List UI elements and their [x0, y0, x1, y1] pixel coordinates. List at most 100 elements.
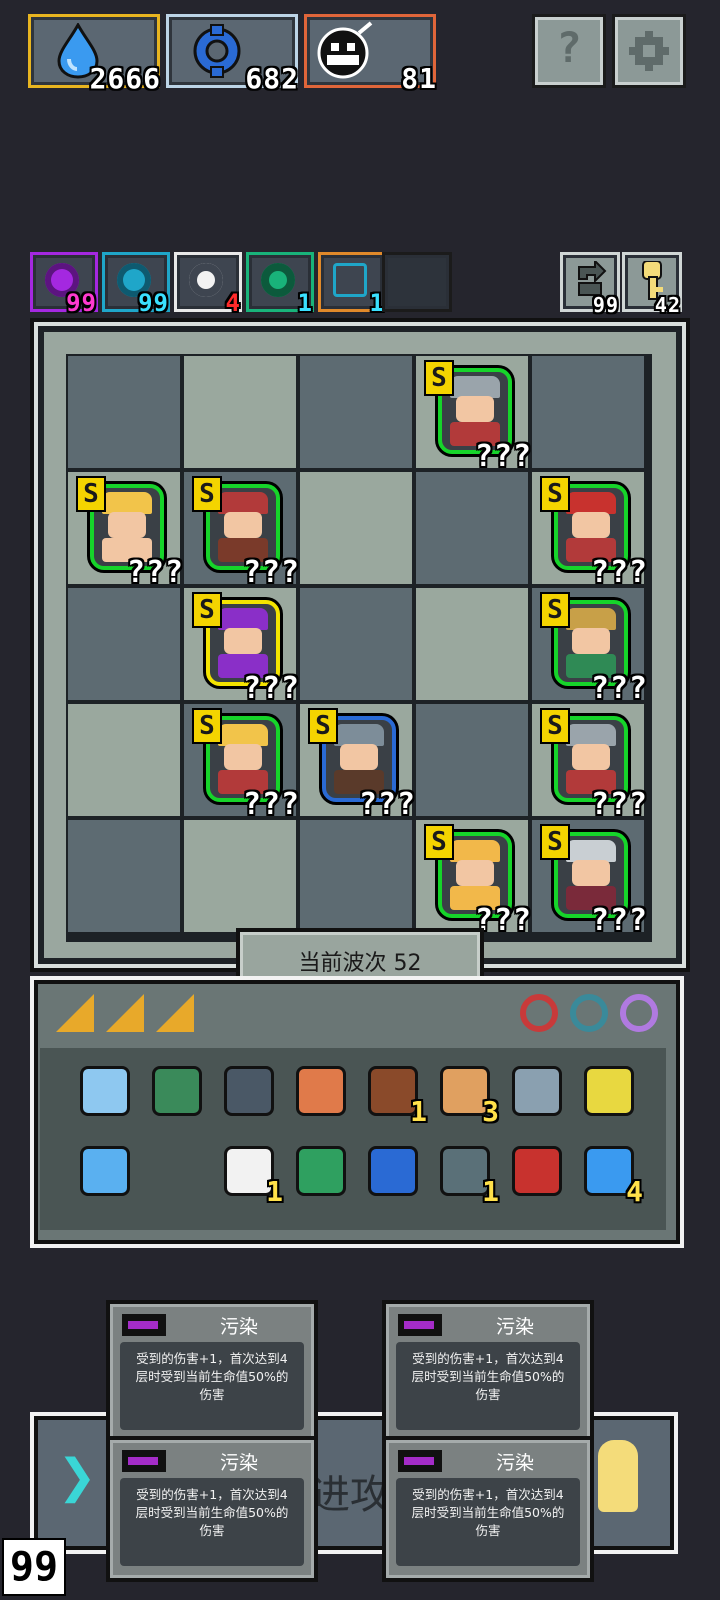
orange-card-icon[interactable] [56, 994, 94, 1032]
help-button[interactable]: ? [532, 14, 606, 88]
board-cell[interactable] [300, 588, 412, 700]
tooltip-line: 层时受到当前生命值50%的 [411, 1369, 565, 1384]
hero-unit[interactable]: S??? [184, 588, 299, 706]
skull-count: 81 [401, 62, 437, 95]
board-cell[interactable] [184, 820, 296, 932]
status-cyan-swirl[interactable]: 99 [102, 252, 170, 317]
rank-badge: S [540, 824, 570, 860]
board-cell[interactable] [416, 588, 528, 700]
tooltip-description: 受到的伤害+1，首次达到4 层时受到当前生命值50%的 伤害 [396, 1478, 580, 1566]
inventory-item[interactable] [146, 1060, 202, 1116]
hero-unit[interactable]: S??? [68, 472, 183, 590]
hero-face [572, 512, 610, 538]
tooltip-title: 污染 [219, 1452, 258, 1474]
orange-card-icon[interactable] [156, 994, 194, 1032]
hero-unit[interactable]: S??? [532, 704, 647, 822]
status-lightning[interactable]: 1 [318, 252, 386, 317]
hp-unknown-label: ??? [242, 671, 300, 706]
item-count: 4 [626, 1175, 644, 1208]
tooltip-title: 污染 [495, 1452, 534, 1474]
rank-badge: S [76, 476, 106, 512]
hero-unit[interactable]: S??? [184, 704, 299, 822]
settings-button[interactable] [612, 14, 686, 88]
board-cell[interactable] [68, 356, 180, 468]
board-cell[interactable] [184, 356, 296, 468]
tooltip-line: 受到的伤害+1，首次达到4 [136, 1487, 288, 1502]
hero-face [340, 744, 378, 770]
inventory-item[interactable] [506, 1140, 562, 1196]
question-icon: ? [556, 23, 582, 72]
board-cell[interactable] [300, 356, 412, 468]
mirror-scroll-icon [80, 1066, 130, 1116]
hero-hat [102, 492, 152, 514]
rank-badge: S [192, 708, 222, 744]
hero-unit[interactable]: S??? [184, 472, 299, 590]
inventory-item[interactable] [362, 1140, 418, 1196]
inventory-item[interactable] [74, 1060, 130, 1116]
hero-unit[interactable]: S??? [416, 820, 531, 938]
inventory-item[interactable] [506, 1060, 562, 1116]
purple-ring-icon[interactable] [620, 994, 658, 1032]
status-count: 4 [225, 289, 241, 317]
tooltip-line: 伤害 [199, 1523, 225, 1538]
level-badge: 99 [2, 1538, 66, 1596]
key-counter[interactable]: 42 [622, 252, 682, 317]
currency-water: 2666 [28, 14, 160, 95]
shield-icon [224, 1066, 274, 1116]
rank-badge: S [540, 592, 570, 628]
hero-face [224, 744, 262, 770]
board-cell[interactable] [300, 820, 412, 932]
status-count: 99 [66, 289, 97, 317]
rank-badge: S [308, 708, 338, 744]
status-light[interactable]: 4 [174, 252, 242, 317]
purple-tag-icon [398, 1450, 442, 1472]
hero-hat [218, 608, 268, 630]
inventory-item[interactable]: 3 [434, 1060, 499, 1128]
board-cell[interactable] [416, 704, 528, 816]
inventory-item[interactable] [578, 1060, 634, 1116]
board-cell[interactable] [68, 588, 180, 700]
status-purple-swirl[interactable]: 99 [30, 252, 98, 317]
board-cell[interactable] [300, 472, 412, 584]
rank-badge: S [540, 476, 570, 512]
hp-unknown-label: ??? [126, 555, 184, 590]
hero-face [456, 396, 494, 422]
hero-unit[interactable]: S??? [532, 472, 647, 590]
tooltip-line: 受到的伤害+1，首次达到4 [136, 1351, 288, 1366]
tombstone-icon [296, 1066, 346, 1116]
teal-ring-icon[interactable] [570, 994, 608, 1032]
inventory-item[interactable]: 1 [218, 1140, 283, 1208]
attack-label[interactable]: 进攻 [310, 1462, 390, 1520]
hero-face [456, 860, 494, 886]
tooltip-line: 伤害 [475, 1387, 501, 1402]
hero-unit[interactable]: S??? [532, 588, 647, 706]
refresh-counter[interactable]: 99 [560, 252, 620, 317]
tooltip-line: 受到的伤害+1，首次达到4 [412, 1487, 564, 1502]
inventory-item[interactable] [290, 1060, 346, 1116]
inventory-item[interactable] [290, 1140, 346, 1196]
board-cell[interactable] [416, 472, 528, 584]
hero-unit[interactable]: S??? [300, 704, 415, 822]
player-silhouette-icon[interactable] [598, 1440, 638, 1512]
inventory-item[interactable]: 1 [362, 1060, 427, 1128]
inventory-item[interactable] [74, 1140, 130, 1196]
rank-badge: S [192, 476, 222, 512]
item-count: 1 [410, 1095, 428, 1128]
chevron-right-icon[interactable]: ❯ [58, 1440, 97, 1514]
network-icon [80, 1146, 130, 1196]
inventory-item[interactable]: 1 [434, 1140, 499, 1208]
board-cell[interactable] [532, 356, 644, 468]
inventory-empty-slot[interactable] [146, 1140, 202, 1196]
inventory-item[interactable] [218, 1060, 274, 1116]
red-ring-icon[interactable] [520, 994, 558, 1032]
orange-card-icon[interactable] [106, 994, 144, 1032]
hero-unit[interactable]: S??? [416, 356, 531, 474]
hp-unknown-label: ??? [242, 787, 300, 822]
board-cell[interactable] [68, 820, 180, 932]
inventory-item[interactable]: 4 [578, 1140, 643, 1208]
recycle-bin-icon [296, 1146, 346, 1196]
status-green-eye[interactable]: 1 [246, 252, 314, 317]
key-count: 42 [654, 293, 681, 317]
hero-unit[interactable]: S??? [532, 820, 647, 938]
board-cell[interactable] [68, 704, 180, 816]
